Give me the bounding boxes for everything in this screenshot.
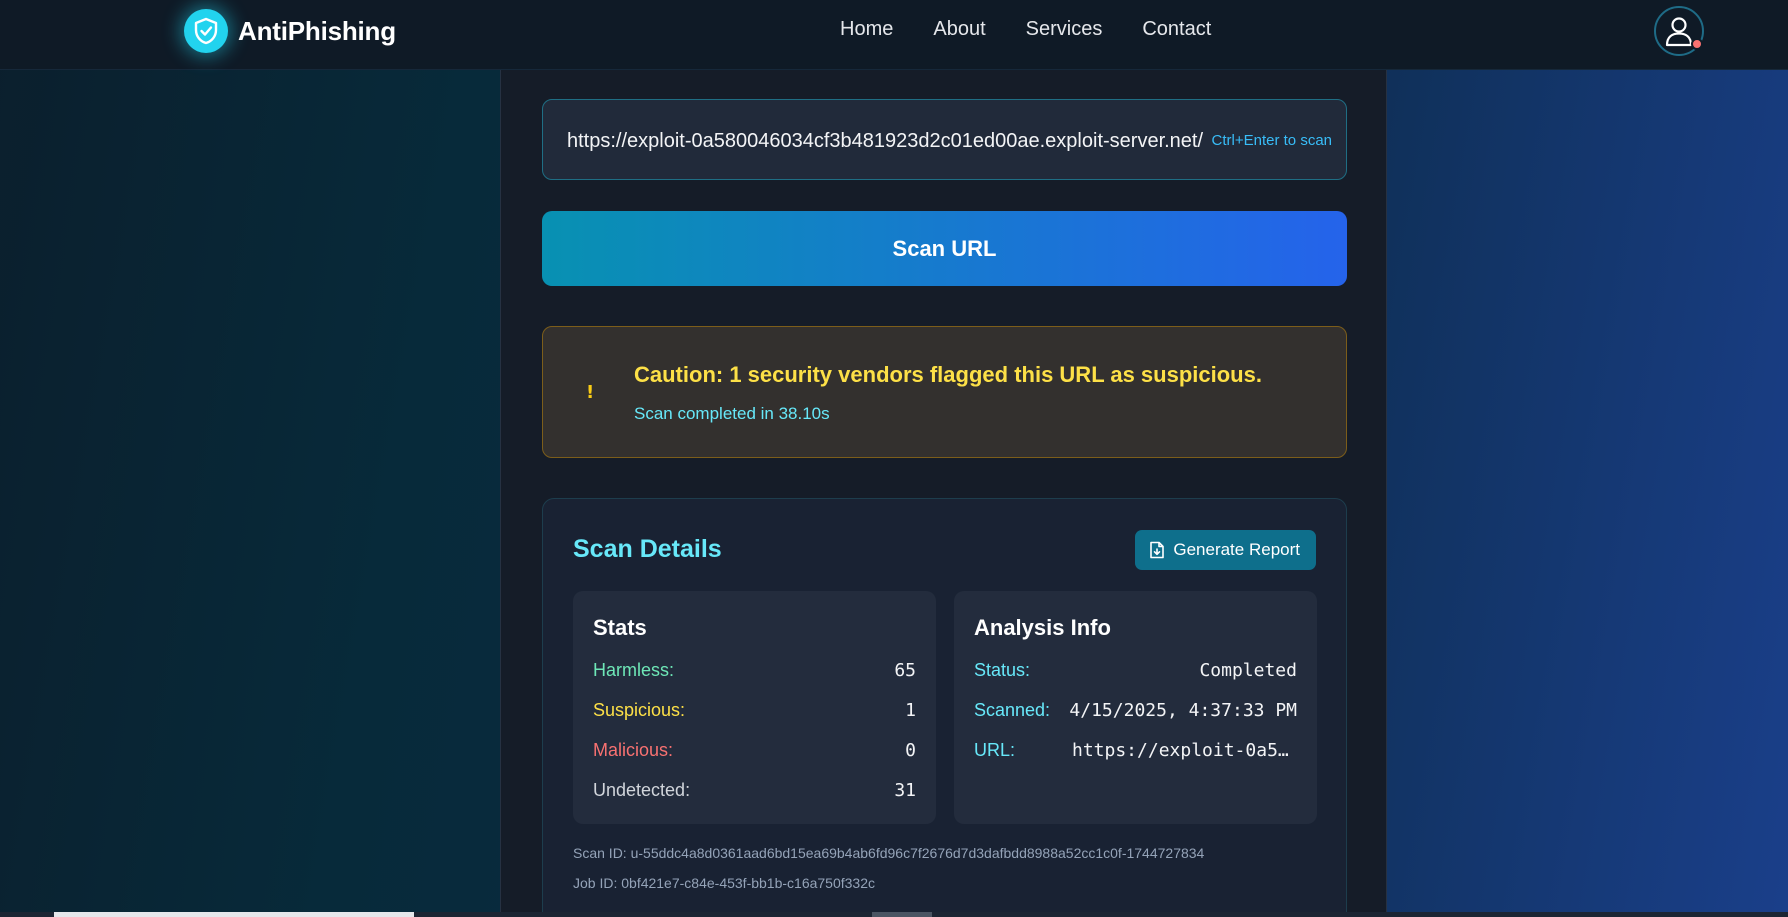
stat-row-harmless: Harmless: 65 [593, 655, 916, 685]
stat-row-suspicious: Suspicious: 1 [593, 695, 916, 725]
info-label: Status: [974, 659, 1031, 680]
keyboard-hint: Ctrl+Enter to scan [1211, 132, 1332, 149]
generate-report-label: Generate Report [1173, 540, 1300, 559]
brand-name: AntiPhishing [238, 15, 396, 46]
info-row-status: Status: Completed [974, 655, 1297, 685]
notification-dot [1691, 38, 1703, 50]
stats-card: Stats Harmless: 65 Suspicious: 1 Malicio… [573, 591, 936, 824]
stat-label: Suspicious: [593, 699, 686, 720]
info-label: URL: [974, 739, 1016, 760]
main-panel: Ctrl+Enter to scan Scan URL ! Caution: 1… [500, 70, 1387, 917]
scan-details-card: Scan Details Generate Report Stats Harml… [542, 498, 1347, 917]
navbar: AntiPhishing Home About Services Contact [0, 0, 1788, 70]
info-value: Completed [1199, 659, 1297, 681]
analysis-info-title: Analysis Info [974, 615, 1111, 640]
alert-title: Caution: 1 security vendors flagged this… [634, 362, 1262, 387]
url-input-container[interactable]: Ctrl+Enter to scan [542, 99, 1347, 180]
info-row-url: URL: https://exploit-0a580046034cf3b4819… [974, 735, 1297, 765]
nav-link-about[interactable]: About [933, 18, 985, 41]
stat-value: 65 [894, 659, 916, 681]
analysis-info-card: Analysis Info Status: Completed Scanned:… [954, 591, 1317, 824]
scrollbar-marker [872, 912, 932, 917]
info-value: 4/15/2025, 4:37:33 PM [1069, 699, 1297, 721]
nav-link-contact[interactable]: Contact [1142, 18, 1211, 41]
user-icon [1665, 17, 1693, 47]
caution-alert: ! Caution: 1 security vendors flagged th… [542, 326, 1347, 458]
stat-value: 31 [894, 779, 916, 801]
stat-label: Undetected: [593, 779, 691, 800]
scanned-url-value: https://exploit-0a580046034cf3b481923d2c… [1072, 739, 1297, 761]
scan-details-title: Scan Details [573, 535, 722, 563]
user-avatar-button[interactable] [1654, 6, 1704, 56]
url-input[interactable] [567, 126, 1207, 156]
nav-links: Home About Services Contact [840, 18, 1211, 41]
file-download-icon [1150, 541, 1165, 559]
stat-value: 0 [905, 739, 916, 761]
stats-title: Stats [593, 615, 647, 640]
stat-row-malicious: Malicious: 0 [593, 735, 916, 765]
nav-link-home[interactable]: Home [840, 18, 893, 41]
scan-url-button[interactable]: Scan URL [542, 211, 1347, 286]
brand[interactable]: AntiPhishing [184, 9, 396, 53]
info-label: Scanned: [974, 699, 1051, 720]
stat-value: 1 [905, 699, 916, 721]
scrollbar-thumb[interactable] [54, 912, 414, 917]
scan-duration: Scan completed in 38.10s [634, 404, 830, 423]
warning-icon: ! [586, 382, 595, 403]
job-id: Job ID: 0bf421e7-c84e-453f-bb1b-c16a750f… [573, 875, 875, 891]
stat-label: Malicious: [593, 739, 674, 760]
info-row-scanned: Scanned: 4/15/2025, 4:37:33 PM [974, 695, 1297, 725]
stat-label: Harmless: [593, 659, 675, 680]
shield-check-icon [184, 9, 228, 53]
scan-id: Scan ID: u-55ddc4a8d0361aad6bd15ea69b4ab… [573, 845, 1205, 861]
generate-report-button[interactable]: Generate Report [1135, 530, 1316, 570]
stat-row-undetected: Undetected: 31 [593, 775, 916, 805]
nav-link-services[interactable]: Services [1026, 18, 1103, 41]
